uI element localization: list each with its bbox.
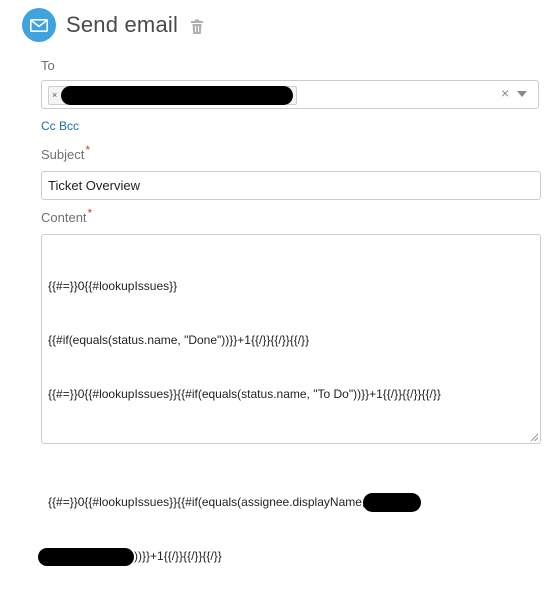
- redacted-name: [362, 493, 421, 513]
- to-label: To: [41, 58, 55, 73]
- page-header: Send email: [22, 8, 204, 42]
- content-line: {{#=}}0{{#lookupIssues}}: [48, 279, 178, 293]
- content-line-part: {{#=}}0{{#lookupIssues}}{{#if(equals(ass…: [48, 495, 369, 509]
- content-textarea[interactable]: {{#=}}0{{#lookupIssues}} {{#if(equals(st…: [38, 234, 541, 566]
- content-blank-line: [48, 439, 441, 457]
- content-text: {{#=}}0{{#lookupIssues}} {{#if(equals(st…: [38, 241, 441, 601]
- content-line: {{#=}}0{{#lookupIssues}}{{#if(equals(ass…: [48, 493, 441, 513]
- content-line: {{#=}}0{{#lookupIssues}}{{#if(equals(sta…: [48, 387, 441, 401]
- required-marker: *: [85, 143, 91, 157]
- bcc-link[interactable]: Bcc: [59, 119, 79, 133]
- clear-recipients-icon[interactable]: ×: [501, 85, 509, 101]
- cc-link[interactable]: Cc: [41, 119, 56, 133]
- chevron-down-icon[interactable]: [517, 91, 527, 97]
- envelope-icon: [22, 8, 56, 42]
- content-label: Content*: [41, 206, 92, 225]
- trash-icon[interactable]: [190, 19, 204, 35]
- to-recipient-field[interactable]: × ×: [41, 80, 539, 109]
- page-title: Send email: [66, 12, 179, 37]
- subject-label: Subject*: [41, 143, 90, 162]
- resize-handle-icon[interactable]: [530, 433, 538, 441]
- recipient-chip: ×: [48, 86, 298, 105]
- remove-recipient-icon[interactable]: ×: [52, 91, 57, 100]
- redacted-name: [38, 547, 134, 566]
- to-label-text: To: [41, 58, 55, 73]
- cc-bcc-links: Cc Bcc: [41, 119, 79, 133]
- subject-label-text: Subject: [41, 147, 85, 162]
- subject-input[interactable]: [41, 171, 541, 200]
- content-line: ))}}+1{{/}}{{/}}{{/}}: [38, 547, 441, 566]
- redacted-recipient: [61, 86, 294, 105]
- content-label-text: Content: [41, 210, 87, 225]
- content-line-part: ))}}+1{{/}}{{/}}{{/}}: [134, 549, 222, 563]
- content-line: {{#if(equals(status.name, "Done"))}}+1{{…: [48, 333, 310, 347]
- required-marker: *: [87, 206, 93, 220]
